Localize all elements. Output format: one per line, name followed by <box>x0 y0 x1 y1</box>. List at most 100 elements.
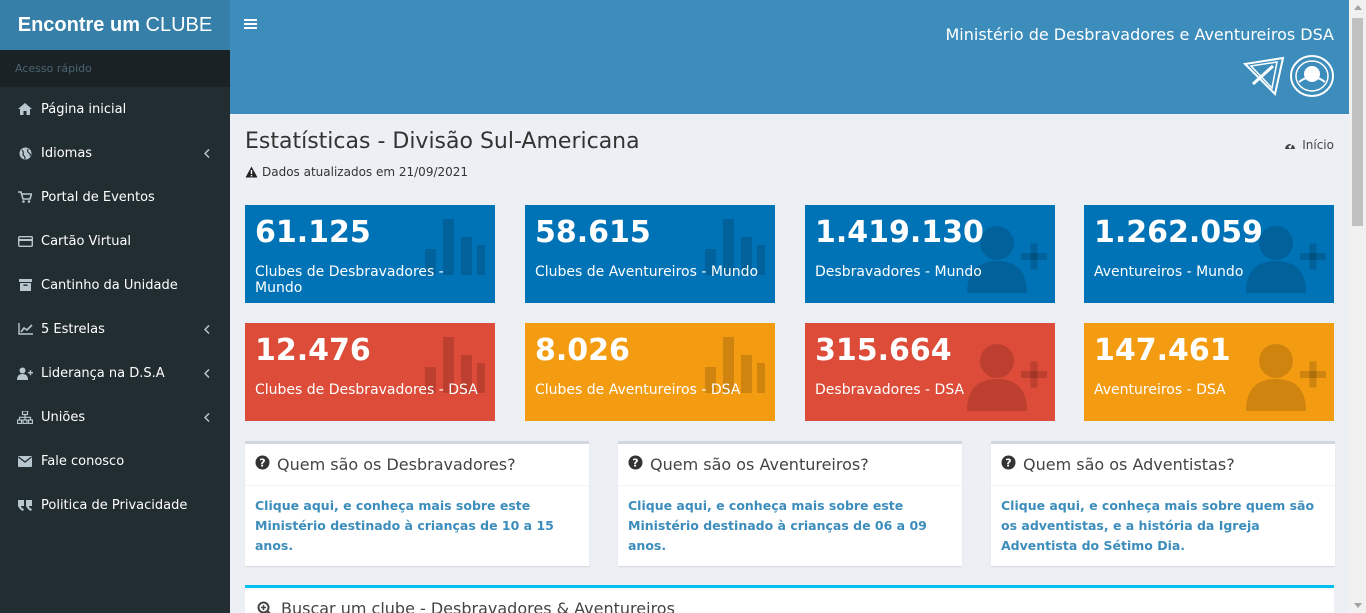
search-club-title: Buscar um clube - Desbravadores & Aventu… <box>281 599 675 613</box>
stat-label: Clubes de Aventureiros - Mundo <box>535 264 759 280</box>
stat-tile[interactable]: 58.615 Clubes de Aventureiros - Mundo <box>525 205 775 303</box>
sitemap-icon <box>17 409 33 425</box>
sidebar-item-label: 5 Estrelas <box>41 321 105 337</box>
stat-label: Clubes de Desbravadores - Mundo <box>255 264 444 296</box>
stat-label: Clubes de Desbravadores - DSA <box>255 382 478 398</box>
sidebar-item-cantinho-da-unidade[interactable]: Cantinho da Unidade <box>0 263 230 307</box>
stat-value: 61.125 <box>255 215 371 250</box>
page-title: Estatísticas - Divisão Sul-Americana <box>245 129 640 154</box>
info-box: ? Quem são os Adventistas? Clique aqui, e … <box>991 441 1335 566</box>
info-box-title: Quem são os Aventureiros? <box>650 455 869 474</box>
stat-label: Clubes de Aventureiros - DSA <box>535 382 741 398</box>
info-box-title: Quem são os Adventistas? <box>1023 455 1235 474</box>
quote-icon <box>17 497 33 513</box>
sidebar-item-lideranca-na-d-s-a[interactable]: Liderança na D.S.A <box>0 351 230 395</box>
topbar: Ministério de Desbravadores e Aventureir… <box>230 0 1349 114</box>
scroll-down-icon[interactable] <box>1354 603 1362 608</box>
chevron-left-icon <box>202 411 212 423</box>
stat-value: 8.026 <box>535 333 630 368</box>
stat-value: 1.262.059 <box>1094 215 1263 250</box>
sidebar-item-5-estrelas[interactable]: 5 Estrelas <box>0 307 230 351</box>
sidebar-menu: Página inicial Idiomas Portal de Eventos Ca… <box>0 87 230 527</box>
sidebar-item-label: Uniões <box>41 409 86 425</box>
chevron-left-icon <box>202 323 212 335</box>
stat-tile[interactable]: 147.461 Aventureiros - DSA <box>1084 323 1334 421</box>
sidebar-item-label: Politica de Privacidade <box>41 497 188 513</box>
chevron-left-icon <box>202 367 212 379</box>
stat-label: Aventureiros - Mundo <box>1094 264 1244 280</box>
search-club-header[interactable]: Buscar um clube - Desbravadores & Aventu… <box>257 599 675 613</box>
stat-tile[interactable]: 8.026 Clubes de Aventureiros - DSA <box>525 323 775 421</box>
info-box-header: ? Quem são os Desbravadores? <box>245 444 589 486</box>
sidebar-item-politica-de-privacidade[interactable]: Politica de Privacidade <box>0 483 230 527</box>
scroll-up-icon[interactable] <box>1354 5 1362 10</box>
credit-card-icon <box>17 233 33 249</box>
breadcrumb-label: Início <box>1302 138 1334 152</box>
search-plus-icon <box>257 601 272 613</box>
home-icon <box>17 101 33 117</box>
logo[interactable]: Encontre um CLUBE <box>0 0 230 50</box>
line-chart-icon <box>17 321 33 337</box>
user-plus-icon <box>967 341 1047 415</box>
user-plus-icon <box>17 365 33 381</box>
sidebar-item-label: Portal de Eventos <box>41 189 155 205</box>
sidebar-toggle-button[interactable] <box>244 17 260 33</box>
info-box-title: Quem são os Desbravadores? <box>277 455 516 474</box>
pathfinder-emblem-icon <box>1243 56 1285 96</box>
user-plus-icon <box>1246 341 1326 415</box>
adventurer-emblem-icon <box>1290 55 1334 97</box>
main-content: Estatísticas - Divisão Sul-Americana Iní… <box>230 114 1349 613</box>
sidebar-item-label: Idiomas <box>41 145 93 161</box>
stat-value: 12.476 <box>255 333 371 368</box>
sidebar-item-idiomas[interactable]: Idiomas <box>0 131 230 175</box>
stat-tile[interactable]: 315.664 Desbravadores - DSA <box>805 323 1055 421</box>
search-club-box: Buscar um clube - Desbravadores & Aventu… <box>245 585 1334 613</box>
stat-tile[interactable]: 1.262.059 Aventureiros - Mundo <box>1084 205 1334 303</box>
svg-text:?: ? <box>259 457 265 470</box>
info-box-link[interactable]: Clique aqui, e conheça mais sobre este M… <box>618 486 962 566</box>
sidebar-item-portal-de-eventos[interactable]: Portal de Eventos <box>0 175 230 219</box>
sidebar-item-cartao-virtual[interactable]: Cartão Virtual <box>0 219 230 263</box>
globe-icon <box>17 145 33 161</box>
info-box-header: ? Quem são os Aventureiros? <box>618 444 962 486</box>
update-text: Dados atualizados em 21/09/2021 <box>262 165 469 179</box>
cart-icon <box>17 189 33 205</box>
stat-tile[interactable]: 1.419.130 Desbravadores - Mundo <box>805 205 1055 303</box>
info-box: ? Quem são os Desbravadores? Clique aqui, … <box>245 441 589 566</box>
stat-value: 1.419.130 <box>815 215 984 250</box>
logo-bold: Encontre um <box>17 14 140 36</box>
dashboard-icon <box>1285 143 1296 149</box>
info-box-link[interactable]: Clique aqui, e conheça mais sobre quem s… <box>991 486 1335 566</box>
svg-text:?: ? <box>1005 457 1011 470</box>
stat-value: 147.461 <box>1094 333 1231 368</box>
sidebar-item-fale-conosco[interactable]: Fale conosco <box>0 439 230 483</box>
stat-label: Desbravadores - DSA <box>815 382 965 398</box>
page-scrollbar[interactable] <box>1349 0 1366 613</box>
site-name: Ministério de Desbravadores e Aventureir… <box>945 25 1335 44</box>
warning-icon <box>245 166 258 178</box>
breadcrumb-home[interactable]: Início <box>1284 138 1334 152</box>
envelope-icon <box>17 453 33 469</box>
stat-tile[interactable]: 12.476 Clubes de Desbravadores - DSA <box>245 323 495 421</box>
stat-label: Aventureiros - DSA <box>1094 382 1226 398</box>
update-notice: Dados atualizados em 21/09/2021 <box>245 165 468 179</box>
logo-light: CLUBE <box>145 14 213 36</box>
stat-tile[interactable]: 61.125 Clubes de Desbravadores - Mundo <box>245 205 495 303</box>
chevron-left-icon <box>202 147 212 159</box>
info-box-link[interactable]: Clique aqui, e conheça mais sobre este M… <box>245 486 589 566</box>
stat-label: Desbravadores - Mundo <box>815 264 982 280</box>
sidebar-item-label: Página inicial <box>41 101 127 117</box>
stat-value: 315.664 <box>815 333 952 368</box>
sidebar-item-pagina-inicial[interactable]: Página inicial <box>0 87 230 131</box>
sidebar-item-label: Liderança na D.S.A <box>41 365 165 381</box>
emblems <box>1243 54 1335 98</box>
info-box: ? Quem são os Aventureiros? Clique aqui, e… <box>618 441 962 566</box>
hamburger-icon <box>244 19 257 21</box>
sidebar-item-label: Fale conosco <box>41 453 125 469</box>
sidebar-item-unioes[interactable]: Uniões <box>0 395 230 439</box>
stat-value: 58.615 <box>535 215 651 250</box>
sidebar-item-label: Cartão Virtual <box>41 233 132 249</box>
scrollbar-thumb[interactable] <box>1352 18 1363 226</box>
sidebar: Encontre um CLUBE Acesso rápido Página i… <box>0 0 230 613</box>
info-box-header: ? Quem são os Adventistas? <box>991 444 1335 486</box>
